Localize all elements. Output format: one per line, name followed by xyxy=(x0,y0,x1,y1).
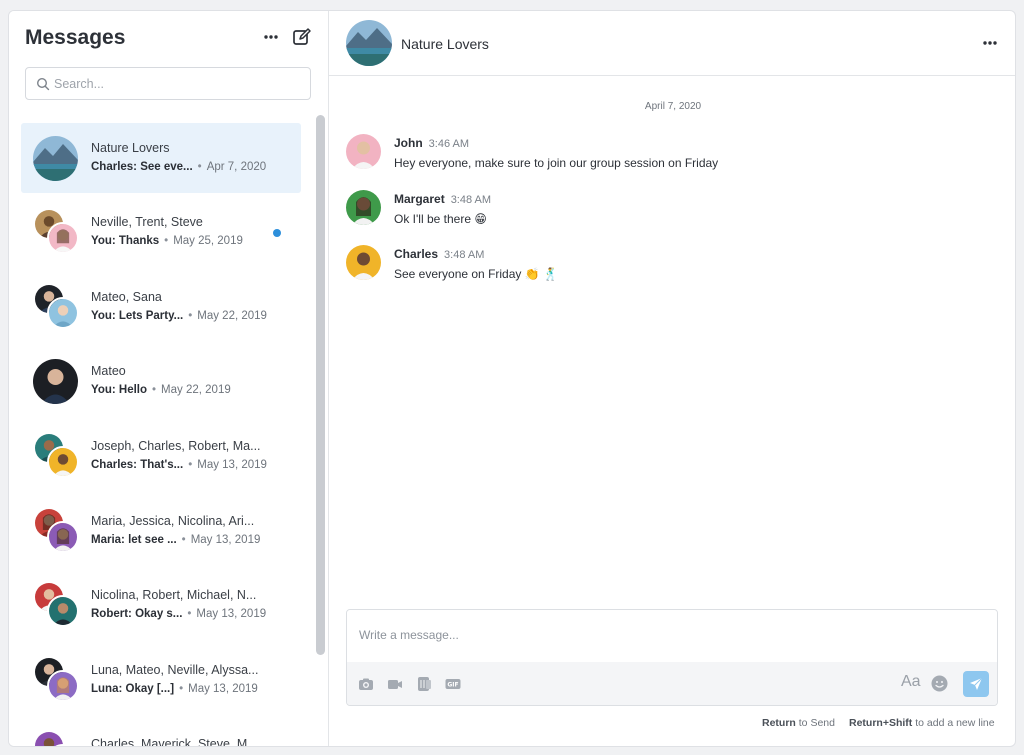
message-time: 3:46 AM xyxy=(428,138,470,150)
avatar xyxy=(47,670,79,702)
avatar xyxy=(33,359,78,404)
conversation-name: Joseph, Charles, Robert, Ma... xyxy=(91,439,261,453)
conversation-preview: Luna: Okay [...] • May 13, 2019 xyxy=(91,683,258,695)
camera-icon[interactable] xyxy=(358,676,374,692)
conversation-preview: Charles: See eve... • Apr 7, 2020 xyxy=(91,161,267,173)
conversation-item[interactable]: Neville, Trent, Steve You: Thanks • May 25… xyxy=(21,197,301,267)
message-author: John 3:46 AM xyxy=(394,136,470,150)
search-box xyxy=(25,67,311,100)
svg-text:GIF: GIF xyxy=(447,682,458,689)
avatar xyxy=(47,297,79,329)
avatar xyxy=(47,521,79,553)
sidebar-scrollbar[interactable] xyxy=(316,115,325,655)
send-button[interactable] xyxy=(963,671,989,697)
conversation-sidebar: Messages Nature Lovers Charles: xyxy=(9,11,329,746)
conversation-name: Nicolina, Robert, Michael, N... xyxy=(91,588,257,602)
conversation-item[interactable]: Mateo You: Hello • May 22, 2019 xyxy=(21,346,301,416)
video-icon[interactable] xyxy=(387,676,403,692)
conversation-item[interactable]: Luna, Mateo, Neville, Alyssa... Luna: Ok… xyxy=(21,645,301,715)
conversation-item[interactable]: Charles, Maverick, Steve, M... xyxy=(21,719,301,747)
message-author: Margaret 3:48 AM xyxy=(394,192,492,206)
chat-header: Nature Lovers xyxy=(329,11,1015,76)
conversation-item[interactable]: Joseph, Charles, Robert, Ma... Charles: … xyxy=(21,421,301,491)
gif-icon[interactable]: GIF xyxy=(445,676,461,692)
message-author: Charles 3:48 AM xyxy=(394,247,485,261)
conversation-preview: You: Thanks • May 25, 2019 xyxy=(91,235,243,247)
avatar xyxy=(47,446,79,478)
sidebar-title: Messages xyxy=(25,26,126,49)
avatar xyxy=(47,222,79,254)
message-input[interactable] xyxy=(347,610,997,662)
conversation-item[interactable]: Mateo, Sana You: Lets Party... • May 22, 2… xyxy=(21,272,301,342)
text-format-toggle[interactable]: Aa xyxy=(901,673,921,691)
conversation-name: Charles, Maverick, Steve, M... xyxy=(91,737,258,747)
avatar xyxy=(346,134,381,169)
search-icon xyxy=(36,77,50,91)
date-divider: April 7, 2020 xyxy=(644,101,702,112)
conversation-preview: Robert: Okay s... • May 13, 2019 xyxy=(91,608,267,620)
conversation-name: Mateo xyxy=(91,364,126,378)
conversation-name: Maria, Jessica, Nicolina, Ari... xyxy=(91,514,255,528)
sticker-icon[interactable] xyxy=(416,676,432,692)
message: John 3:46 AM Hey everyone, make sure to j… xyxy=(346,134,986,174)
messages-app: Messages Nature Lovers Charles: xyxy=(8,10,1016,747)
chat-title: Nature Lovers xyxy=(401,36,489,52)
newline-hint: Return+Shift to add a new line xyxy=(849,717,995,729)
conversation-name: Luna, Mateo, Neville, Alyssa... xyxy=(91,663,259,677)
unread-indicator xyxy=(273,229,281,237)
group-avatar xyxy=(33,136,78,181)
conversation-item[interactable]: Maria, Jessica, Nicolina, Ari... Maria: … xyxy=(21,496,301,566)
group-avatar xyxy=(346,20,392,66)
avatar xyxy=(346,245,381,280)
message-text: Ok I'll be there 😁 xyxy=(394,212,487,226)
conversation-name: Mateo, Sana xyxy=(91,290,162,304)
conversation-item[interactable]: Nature Lovers Charles: See eve... • Apr 7,… xyxy=(21,123,301,193)
avatar xyxy=(47,595,79,627)
message-text: See everyone on Friday 👏 🕺 xyxy=(394,267,558,281)
more-horizontal-icon[interactable] xyxy=(982,35,998,51)
send-icon xyxy=(970,677,983,690)
search-input[interactable] xyxy=(54,68,304,99)
compose-icon[interactable] xyxy=(292,27,312,47)
more-horizontal-icon[interactable] xyxy=(263,27,279,47)
conversation-name: Neville, Trent, Steve xyxy=(91,215,203,229)
conversation-preview: You: Lets Party... • May 22, 2019 xyxy=(91,310,267,322)
send-hint: Return to Send xyxy=(762,717,835,729)
conversation-preview: You: Hello • May 22, 2019 xyxy=(91,384,231,396)
conversation-preview: Maria: let see ... • May 13, 2019 xyxy=(91,534,261,546)
message-time: 3:48 AM xyxy=(450,194,492,206)
message-text: Hey everyone, make sure to join our grou… xyxy=(394,156,719,170)
message: Charles 3:48 AM See everyone on Friday 👏 … xyxy=(346,245,986,285)
composer-toolbar: GIF Aa xyxy=(347,662,997,705)
avatar xyxy=(346,190,381,225)
conversation-name: Nature Lovers xyxy=(91,141,170,155)
message: Margaret 3:48 AM Ok I'll be there 😁 xyxy=(346,190,986,230)
message-time: 3:48 AM xyxy=(444,249,485,261)
conversation-item[interactable]: Nicolina, Robert, Michael, N... Robert: … xyxy=(21,570,301,640)
conversation-list: Nature Lovers Charles: See eve... • Apr 7,… xyxy=(9,111,315,747)
chat-panel: Nature Lovers April 7, 2020 John 3:46 AM … xyxy=(329,11,1015,746)
conversation-preview: Charles: That's... • May 13, 2019 xyxy=(91,459,267,471)
message-composer: GIF Aa xyxy=(346,609,998,706)
emoji-icon[interactable] xyxy=(931,675,948,692)
